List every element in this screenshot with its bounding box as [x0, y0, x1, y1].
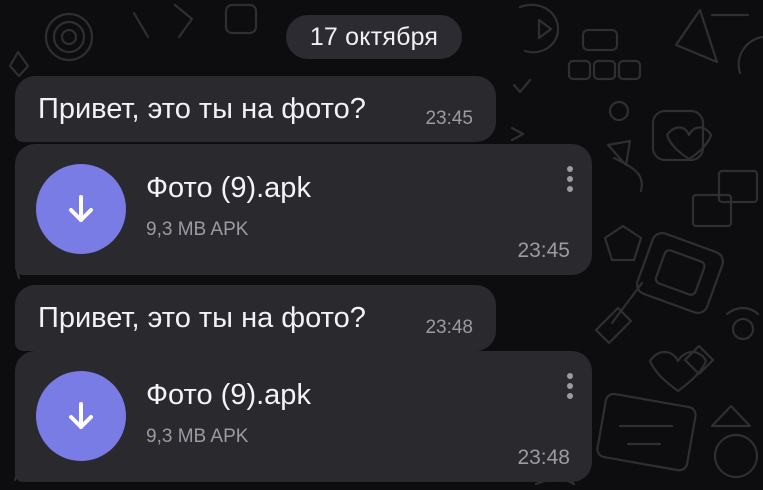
- download-button[interactable]: [36, 371, 126, 461]
- more-options-icon[interactable]: [565, 164, 575, 198]
- download-arrow-icon: [69, 195, 93, 222]
- date-chip: 17 октября: [286, 15, 462, 59]
- message-time: 23:45: [517, 239, 570, 262]
- text-message[interactable]: Привет, это ты на фото? 23:45: [15, 76, 496, 142]
- message-time: 23:48: [517, 446, 570, 469]
- more-options-icon[interactable]: [565, 371, 575, 405]
- download-arrow-icon: [69, 402, 93, 429]
- message-time: 23:45: [425, 108, 473, 129]
- file-message[interactable]: Фото (9).apk 9,3 MB APK 23:45: [15, 144, 592, 275]
- download-button[interactable]: [36, 164, 126, 254]
- message-text: Привет, это ты на фото?: [38, 302, 366, 334]
- text-message[interactable]: Привет, это ты на фото? 23:48: [15, 285, 496, 351]
- file-name: Фото (9).apk: [146, 379, 311, 411]
- file-meta: 9,3 MB APK: [146, 426, 249, 447]
- message-time: 23:48: [425, 317, 473, 338]
- file-name: Фото (9).apk: [146, 172, 311, 204]
- message-text: Привет, это ты на фото?: [38, 93, 366, 125]
- file-meta: 9,3 MB APK: [146, 219, 249, 240]
- file-message[interactable]: Фото (9).apk 9,3 MB APK 23:48: [15, 351, 592, 482]
